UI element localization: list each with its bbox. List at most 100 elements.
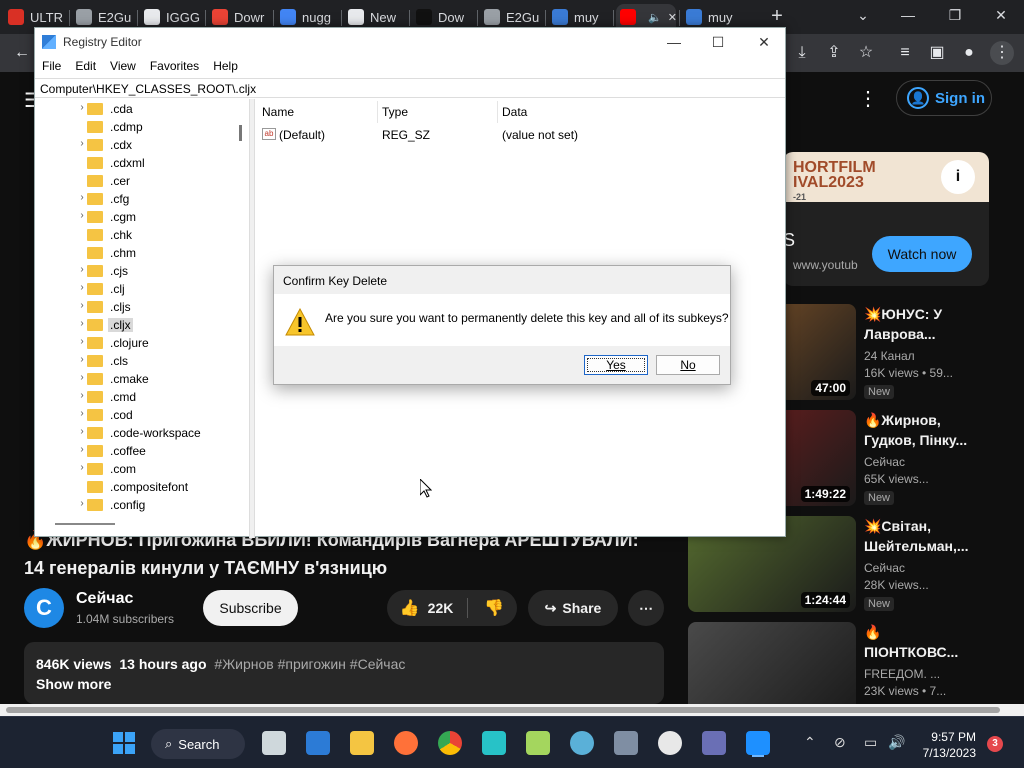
channel-avatar[interactable]: С (24, 588, 64, 628)
chevron-right-icon[interactable]: › (77, 426, 87, 437)
chevron-right-icon[interactable]: › (77, 372, 87, 383)
chevron-right-icon[interactable]: › (77, 138, 87, 149)
notification-badge[interactable]: 3 (987, 736, 1003, 752)
video-title-link[interactable]: 🔥Жирнов, Гудков, Пінку... (864, 410, 979, 450)
chevron-right-icon[interactable]: › (77, 102, 87, 113)
download-icon[interactable]: ⤓ (790, 41, 814, 65)
task-view-icon[interactable] (262, 731, 286, 755)
more-actions-button[interactable]: ⋯ (628, 590, 664, 626)
tree-item[interactable]: › .cda (35, 100, 235, 118)
chevron-right-icon[interactable]: › (77, 390, 87, 401)
new-tab-button[interactable]: + (766, 5, 788, 27)
chevron-right-icon[interactable]: › (77, 318, 87, 329)
remote-desktop-icon[interactable] (702, 731, 726, 755)
chevron-right-icon[interactable]: › (77, 498, 87, 509)
column-header-name[interactable]: Name (262, 105, 294, 119)
chevron-right-icon[interactable]: › (77, 336, 87, 347)
tree-item[interactable]: › .cdx (35, 136, 235, 154)
media-control-icon[interactable]: ≡ (893, 41, 917, 65)
tree-item[interactable]: .cdmp (35, 118, 235, 136)
tree-item[interactable]: › .cljs (35, 298, 235, 316)
yes-button[interactable]: Yes (584, 355, 648, 375)
channel-name[interactable]: Сейчас (76, 590, 133, 608)
tree-scrollbar[interactable] (239, 125, 242, 141)
video-title-link[interactable]: 💥ЮНУС: У Лаврова... (864, 304, 979, 344)
volume-icon[interactable]: 🔊 (888, 734, 905, 751)
tree-item[interactable]: .compositefont (35, 478, 235, 496)
tree-item[interactable]: › .cmake (35, 370, 235, 388)
info-icon[interactable]: i (941, 160, 975, 194)
tree-item[interactable]: › .cjs (35, 262, 235, 280)
close-tab-icon[interactable]: ✕ (668, 11, 676, 24)
tree-item[interactable]: › .cmd (35, 388, 235, 406)
column-separator[interactable] (497, 101, 498, 123)
menu-item-favorites[interactable]: Favorites (143, 56, 206, 78)
display-icon[interactable]: ▭ (864, 734, 877, 751)
thumbs-down-icon[interactable]: 👎 (474, 598, 504, 618)
tree-item[interactable]: .cer (35, 172, 235, 190)
video-channel[interactable]: Сейчас (864, 561, 905, 575)
vscode-icon[interactable] (306, 731, 330, 755)
subscribe-button[interactable]: Subscribe (203, 590, 298, 626)
taskbar-search[interactable]: ⌕ Search (151, 729, 245, 759)
camera-icon[interactable] (614, 731, 638, 755)
chevron-right-icon[interactable]: › (77, 408, 87, 419)
side-panel-icon[interactable]: ▣ (925, 41, 949, 65)
file-explorer-icon[interactable] (350, 731, 374, 755)
tree-item[interactable]: › .code-workspace (35, 424, 235, 442)
video-title-link[interactable]: 💥Світан, Шейтельман,... (864, 516, 979, 556)
chevron-right-icon[interactable]: › (77, 264, 87, 275)
chevron-right-icon[interactable]: › (77, 300, 87, 311)
tree-item[interactable]: › .coffee (35, 442, 235, 460)
more-options-icon[interactable]: ⋮ (858, 86, 878, 111)
description-tags[interactable]: #Жирнов #пригожин #Сейчас (214, 656, 405, 672)
show-more-button[interactable]: Show more (36, 674, 652, 694)
menu-item-file[interactable]: File (35, 56, 68, 78)
video-channel[interactable]: Сейчас (864, 455, 905, 469)
menu-dots-icon[interactable]: ⋮ (990, 41, 1014, 65)
registry-close-button[interactable]: ✕ (749, 32, 779, 52)
close-button[interactable]: ✕ (986, 4, 1016, 26)
scrollbar-thumb[interactable] (6, 707, 1000, 713)
tree-item[interactable]: › .cfg (35, 190, 235, 208)
tree-item[interactable]: › .cod (35, 406, 235, 424)
video-channel[interactable]: 24 Канал (864, 349, 915, 363)
maps-app-icon[interactable] (570, 731, 594, 755)
firefox-icon[interactable] (394, 731, 418, 755)
column-header-data[interactable]: Data (502, 105, 527, 119)
page-horizontal-scrollbar[interactable] (0, 704, 1024, 716)
registry-key-tree[interactable]: › .cda .cdmp › .cdx .cdxml .cer › .cfg › .cgm .chk.… (35, 99, 249, 538)
registry-address-bar[interactable]: Computer\HKEY_CLASSES_ROOT\.cljx (35, 78, 785, 98)
tree-item[interactable]: .cdxml (35, 154, 235, 172)
chevron-up-icon[interactable]: ⌃ (804, 734, 816, 751)
video-title-link[interactable]: 🔥 ПІОНТКОВС... (864, 622, 979, 662)
tree-item[interactable]: › .cgm (35, 208, 235, 226)
share-icon[interactable]: ⇪ (822, 41, 846, 65)
column-header-type[interactable]: Type (382, 105, 408, 119)
clock-app-icon[interactable] (658, 731, 682, 755)
registry-title-bar[interactable]: Registry Editor — ☐ ✕ (35, 28, 785, 56)
ad-card[interactable]: HORTFILM IVAL2023 -21 i S www.youtub Wat… (783, 152, 989, 286)
app-icon[interactable] (482, 731, 506, 755)
tree-item[interactable]: › .config (35, 496, 235, 514)
chevron-down-icon[interactable]: ⌄ (848, 4, 878, 26)
maximize-button[interactable]: ❐ (940, 4, 970, 26)
tree-item[interactable]: .chm (35, 244, 235, 262)
chevron-right-icon[interactable]: › (77, 282, 87, 293)
menu-item-view[interactable]: View (103, 56, 143, 78)
sign-in-button[interactable]: 👤 Sign in (896, 80, 992, 116)
profile-icon[interactable]: ● (957, 41, 981, 65)
tree-horizontal-scrollbar[interactable] (55, 523, 115, 525)
chevron-right-icon[interactable]: › (77, 354, 87, 365)
chevron-right-icon[interactable]: › (77, 210, 87, 221)
watch-now-button[interactable]: Watch now (872, 236, 972, 272)
back-arrow-icon[interactable]: ← (10, 41, 34, 65)
minimize-button[interactable]: — (893, 4, 923, 26)
menu-item-edit[interactable]: Edit (68, 56, 103, 78)
network-off-icon[interactable]: ⊘ (834, 734, 846, 751)
description-box[interactable]: 846K views 13 hours ago #Жирнов #пригожи… (24, 642, 664, 704)
mute-tab-icon[interactable]: 🔈 (648, 11, 662, 24)
chevron-right-icon[interactable]: › (77, 444, 87, 455)
registry-minimize-button[interactable]: — (659, 32, 689, 52)
tree-item[interactable]: › .cljx (35, 316, 235, 334)
